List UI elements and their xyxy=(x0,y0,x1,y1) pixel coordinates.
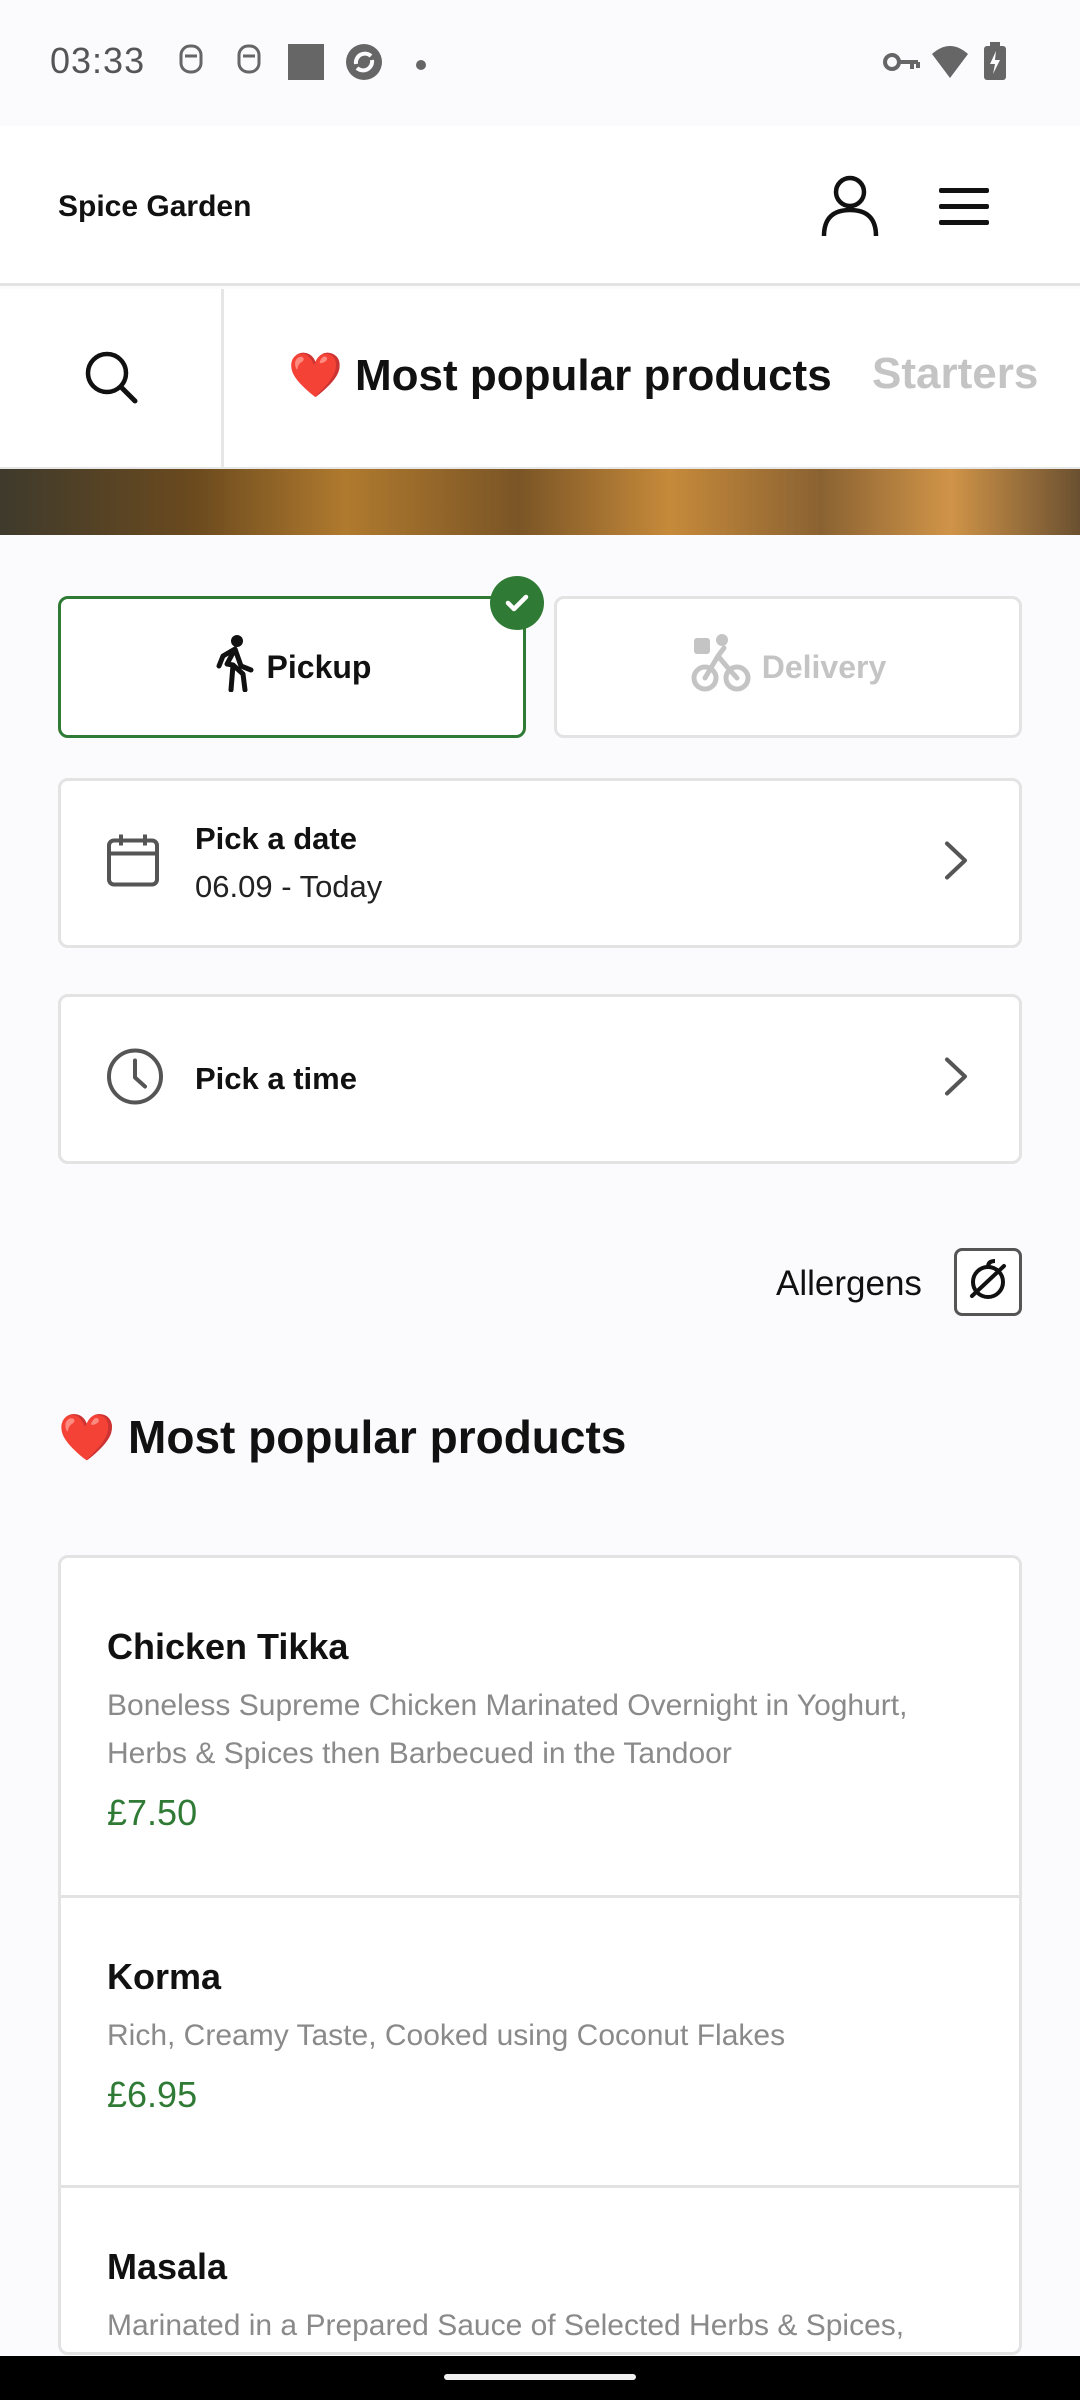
key-icon xyxy=(882,42,922,87)
allergens-label: Allergens xyxy=(776,1264,922,1303)
allergens-button[interactable] xyxy=(954,1248,1022,1316)
product-name: Korma xyxy=(107,1956,222,1997)
product-name: Chicken Tikka xyxy=(107,1626,349,1667)
square-icon xyxy=(286,42,326,87)
search-icon xyxy=(83,349,139,410)
pickup-label: Pickup xyxy=(266,648,372,685)
brand-name[interactable]: Spice Garden xyxy=(58,190,251,224)
category-nav: ❤️ Most popular products Starters xyxy=(0,289,1080,469)
wifi-icon xyxy=(930,42,970,87)
hamburger-menu-icon xyxy=(937,186,991,231)
menu-button[interactable] xyxy=(924,168,1004,248)
tab-most-popular[interactable]: ❤️ Most popular products xyxy=(288,349,832,401)
calendar-icon xyxy=(105,833,161,894)
product-price: £7.50 xyxy=(107,1792,198,1833)
date-picker-title: Pick a date xyxy=(195,821,357,856)
product-card[interactable]: Masala Marinated in a Prepared Sauce of … xyxy=(61,2188,1019,2352)
face-icon xyxy=(232,42,266,81)
selected-check-icon xyxy=(490,576,544,630)
product-description: Marinated in a Prepared Sauce of Selecte… xyxy=(107,2309,905,2342)
chevron-right-icon xyxy=(943,1056,969,1103)
chevron-right-icon xyxy=(943,840,969,887)
time-picker-title: Pick a time xyxy=(195,1061,357,1096)
dot-icon xyxy=(416,57,426,75)
product-description: Rich, Creamy Taste, Cooked using Coconut… xyxy=(107,2019,786,2052)
allergen-filter-icon xyxy=(966,1258,1010,1307)
product-description: Boneless Supreme Chicken Marinated Overn… xyxy=(107,1689,908,1770)
delivery-label: Delivery xyxy=(761,648,887,685)
face-icon xyxy=(174,42,208,81)
section-title: ❤️ Most popular products xyxy=(58,1411,627,1463)
pickup-option[interactable]: Pickup xyxy=(58,596,526,738)
date-picker-value: 06.09 - Today xyxy=(195,869,383,904)
date-picker[interactable]: Pick a date 06.09 - Today xyxy=(58,778,1022,948)
tab-starters[interactable]: Starters xyxy=(872,349,1038,399)
status-bar: 03:33 xyxy=(0,0,1080,126)
walking-icon xyxy=(213,634,257,700)
product-list: Chicken Tikka Boneless Supreme Chicken M… xyxy=(58,1555,1022,2355)
product-price: £6.95 xyxy=(107,2074,198,2115)
status-time: 03:33 xyxy=(50,40,146,81)
clock-icon xyxy=(105,1047,165,1112)
system-nav-bar xyxy=(0,2356,1080,2400)
battery-charging-icon xyxy=(982,42,1008,87)
search-button[interactable] xyxy=(0,289,224,467)
bicycle-icon xyxy=(690,632,752,702)
product-card[interactable]: Korma Rich, Creamy Taste, Cooked using C… xyxy=(61,1898,1019,2188)
delivery-option[interactable]: Delivery xyxy=(554,596,1022,738)
account-button[interactable] xyxy=(810,168,890,248)
product-card[interactable]: Chicken Tikka Boneless Supreme Chicken M… xyxy=(61,1558,1019,1898)
home-gesture-handle[interactable] xyxy=(444,2374,636,2380)
time-picker[interactable]: Pick a time xyxy=(58,994,1022,1164)
app-header: Spice Garden xyxy=(0,126,1080,286)
person-icon xyxy=(820,174,880,243)
hero-banner-image xyxy=(0,469,1080,535)
product-name: Masala xyxy=(107,2246,228,2287)
sync-icon xyxy=(344,42,384,87)
